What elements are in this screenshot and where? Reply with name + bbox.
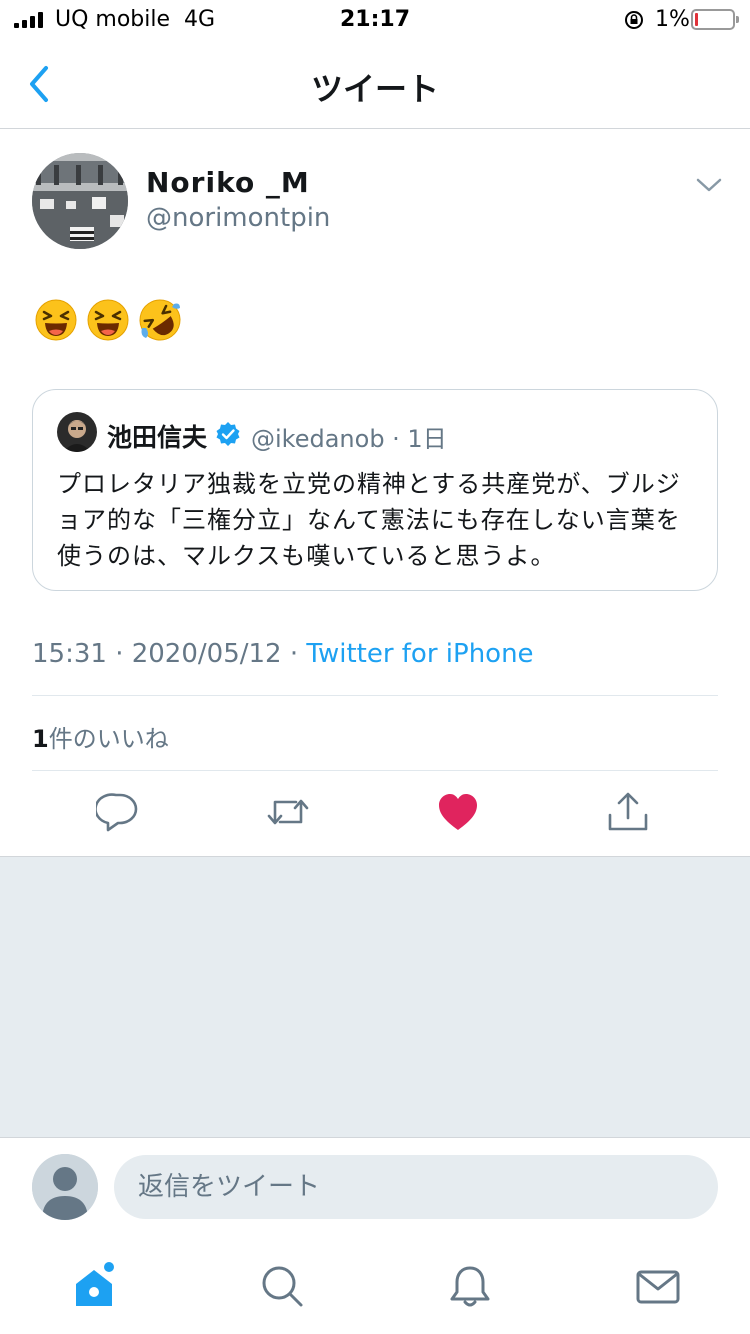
quoted-author-avatar — [57, 412, 97, 452]
empty-replies-area — [0, 856, 750, 1138]
messages-icon[interactable] — [634, 1262, 682, 1310]
author-username[interactable]: @norimontpin — [146, 203, 330, 233]
laughing-face-icon — [35, 299, 77, 341]
quoted-author-handle: @ikedanob · 1日 — [251, 425, 447, 453]
divider — [32, 695, 718, 696]
quoted-tweet-text: プロレタリア独裁を立党の精神とする共産党が、ブルジョア的な「三権分立」なんて憲法… — [57, 470, 681, 570]
likes-count-link[interactable]: 1件のいいね — [32, 719, 169, 754]
user-avatar[interactable] — [32, 1154, 98, 1220]
tab-bar — [0, 1250, 750, 1334]
reply-icon[interactable] — [96, 790, 140, 834]
divider — [32, 770, 718, 771]
like-icon[interactable] — [436, 790, 480, 834]
tweet-text — [34, 298, 182, 342]
verified-badge-icon — [216, 422, 240, 446]
tweet-source-link[interactable]: Twitter for iPhone — [306, 639, 533, 669]
rolling-on-floor-laughing-icon — [139, 299, 181, 341]
share-icon[interactable] — [606, 790, 650, 834]
tweet-timestamp: 15:31 · 2020/05/12 · Twitter for iPhone — [32, 639, 534, 669]
reply-input[interactable]: 返信をツイート — [114, 1155, 718, 1219]
battery-percent: 1% — [655, 7, 690, 32]
battery-icon — [691, 9, 739, 30]
rotation-lock-icon — [625, 11, 643, 29]
tweet-actions — [0, 790, 750, 840]
notifications-icon[interactable] — [446, 1262, 494, 1310]
quoted-author-name: 池田信夫 — [107, 423, 208, 452]
page-title: ツイート — [310, 70, 439, 108]
navigation-bar: ツイート — [0, 40, 750, 129]
chevron-down-icon[interactable] — [694, 174, 724, 196]
laughing-face-icon — [87, 299, 129, 341]
search-icon[interactable] — [258, 1262, 306, 1310]
retweet-icon[interactable] — [266, 790, 310, 834]
quoted-tweet-card[interactable]: 池田信夫 @ikedanob · 1日 プロレタリア独裁を立党の精神とする共産党… — [32, 389, 718, 591]
status-bar: UQ mobile 4G 21:17 1% — [0, 0, 750, 40]
author-avatar[interactable] — [32, 153, 128, 249]
home-icon[interactable] — [70, 1262, 118, 1310]
author-display-name[interactable]: Noriko _M — [146, 166, 310, 199]
